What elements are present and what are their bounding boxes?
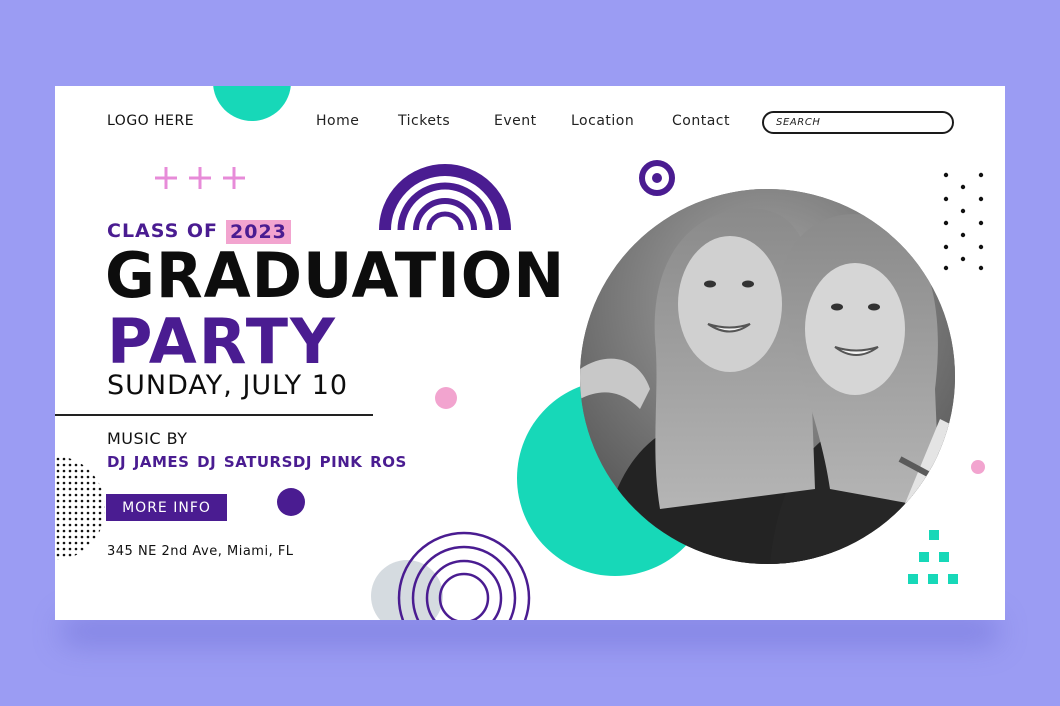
plus-icons: [155, 167, 245, 189]
music-by-label: MUSIC BY: [107, 429, 188, 448]
search-input[interactable]: [762, 111, 954, 134]
logo[interactable]: LOGO HERE: [107, 113, 194, 129]
divider: [55, 414, 373, 416]
pink-dot: [435, 387, 457, 409]
landing-card: LOGO HERE Home Tickets Event Location Co…: [55, 86, 1005, 620]
nav-home[interactable]: Home: [316, 113, 359, 129]
address: 345 NE 2nd Ave, Miami, FL: [107, 544, 294, 559]
halftone-dots: [55, 456, 105, 560]
dot-grid-right: [943, 172, 984, 271]
photo-illustration: [580, 189, 955, 564]
purple-quarter-circle: [277, 488, 305, 516]
nav-event[interactable]: Event: [494, 113, 537, 129]
nav-tickets[interactable]: Tickets: [398, 113, 450, 129]
event-date: SUNDAY, JULY 10: [107, 370, 349, 401]
card-shadow: [60, 616, 1000, 646]
purple-rainbow-arc: [379, 164, 511, 231]
graduates-photo: [580, 189, 955, 564]
dj-list: DJ JAMES DJ SATURSDJ PINK ROS: [107, 453, 407, 471]
teal-top-circle: [213, 86, 291, 121]
teal-pyramid: [908, 530, 958, 584]
pink-dot-right: [971, 460, 985, 474]
nav-location[interactable]: Location: [571, 113, 634, 129]
teal-pyramid-bottom: [897, 574, 905, 584]
nav-contact[interactable]: Contact: [672, 113, 730, 129]
more-info-button[interactable]: MORE INFO: [106, 494, 227, 521]
